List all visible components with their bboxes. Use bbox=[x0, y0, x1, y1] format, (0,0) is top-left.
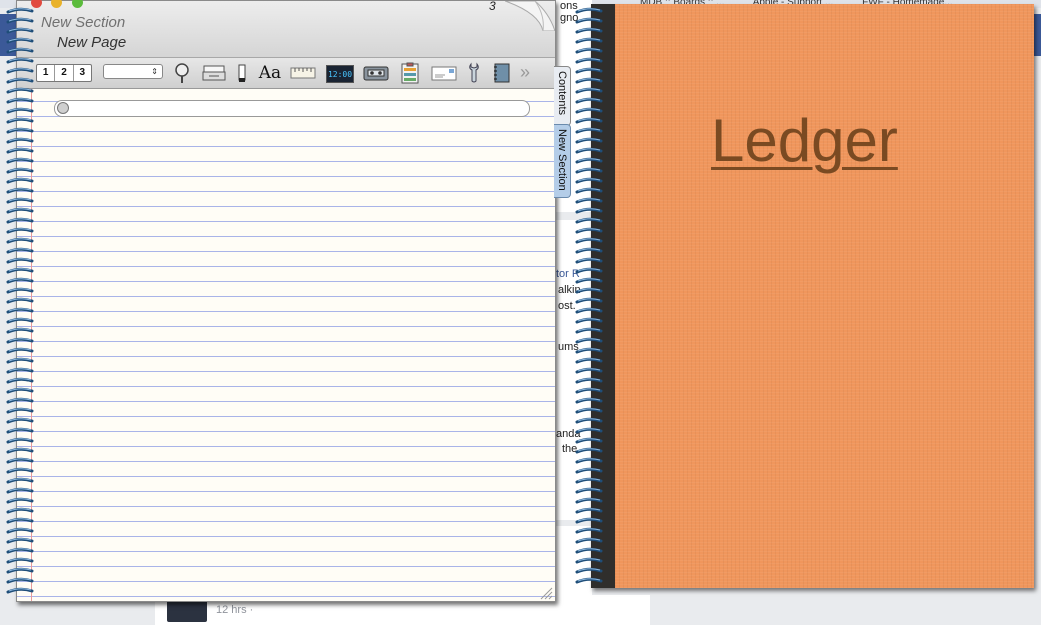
level-3-button[interactable]: 3 bbox=[74, 65, 91, 81]
clock-button[interactable]: 12:00 bbox=[326, 65, 354, 83]
style-dropdown[interactable]: ⇕ bbox=[103, 64, 163, 79]
outline-level-selector[interactable]: 1 2 3 bbox=[36, 64, 92, 82]
tab-new-section-label: New Section bbox=[556, 129, 568, 191]
chevron-right-icon[interactable]: » bbox=[520, 63, 530, 81]
page-number: 3 bbox=[489, 0, 496, 13]
zoom-button[interactable] bbox=[72, 0, 83, 8]
chevron-updown-icon: ⇕ bbox=[151, 67, 158, 76]
resize-handle-icon[interactable] bbox=[539, 586, 553, 600]
bullet-icon[interactable] bbox=[57, 102, 69, 114]
ledger-notebook-cover[interactable]: Ledger bbox=[591, 4, 1034, 588]
level-1-button[interactable]: 1 bbox=[37, 65, 56, 81]
clipboard-icon[interactable] bbox=[398, 62, 422, 84]
cassette-icon[interactable] bbox=[362, 62, 390, 84]
section-title[interactable]: New Section bbox=[41, 14, 125, 31]
spiral-binding bbox=[6, 7, 34, 594]
inbox-tray-icon[interactable] bbox=[201, 62, 227, 84]
page-title[interactable]: New Page bbox=[57, 34, 126, 51]
notebook-window: New Section New Page 3 1 2 3 ⇕ Aa 12:00 … bbox=[16, 0, 556, 602]
avatar[interactable] bbox=[167, 600, 207, 622]
minimize-button[interactable] bbox=[51, 0, 62, 8]
tab-contents[interactable]: Contents bbox=[554, 66, 571, 126]
notebook-header: New Section New Page 3 bbox=[17, 0, 555, 58]
page-curl-icon[interactable] bbox=[505, 1, 555, 31]
font-button[interactable]: Aa bbox=[258, 62, 282, 84]
ledger-title: Ledger bbox=[711, 107, 898, 174]
envelope-icon[interactable] bbox=[430, 62, 458, 84]
tab-contents-label: Contents bbox=[556, 71, 568, 116]
notebook-toolbar: 1 2 3 ⇕ Aa 12:00 bbox=[17, 58, 555, 89]
wrench-icon[interactable] bbox=[466, 62, 482, 84]
notebook-icon[interactable] bbox=[491, 62, 511, 84]
highlighter-icon[interactable] bbox=[235, 62, 249, 84]
page-title-field[interactable] bbox=[54, 100, 530, 117]
lined-page[interactable] bbox=[17, 89, 555, 601]
search-icon[interactable] bbox=[172, 62, 192, 84]
spiral-binding bbox=[575, 7, 603, 584]
ruler-icon[interactable] bbox=[290, 62, 316, 84]
tab-new-section[interactable]: New Section bbox=[554, 124, 571, 198]
post-timestamp[interactable]: 12 hrs · bbox=[216, 604, 253, 616]
level-2-button[interactable]: 2 bbox=[55, 65, 74, 81]
